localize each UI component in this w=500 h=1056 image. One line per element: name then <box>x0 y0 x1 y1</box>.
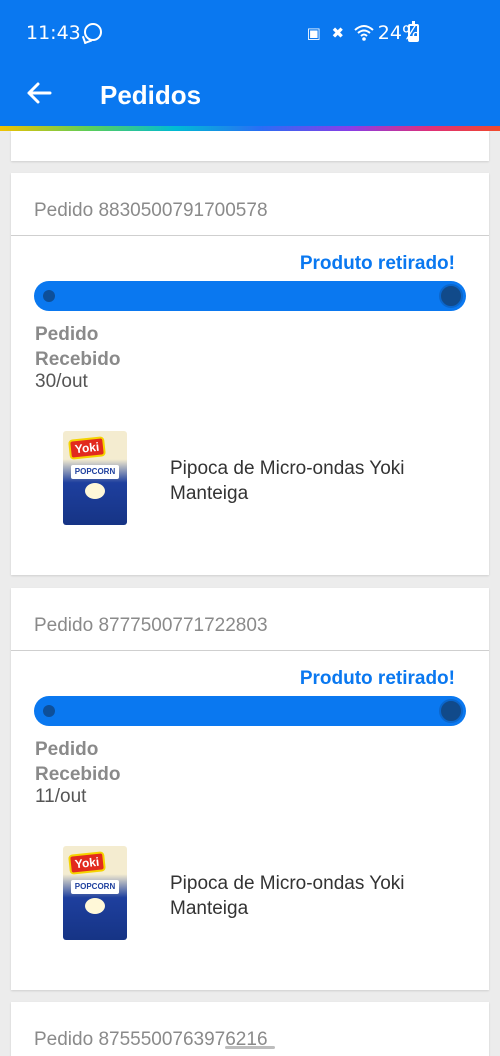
order-number: Pedido 8777500771722803 <box>11 588 489 651</box>
battery-icon <box>408 21 419 42</box>
mute-icon: ✖ <box>331 24 345 42</box>
progress-start-dot <box>43 290 55 302</box>
step-date: 30/out <box>35 371 88 392</box>
product-image: Yoki POPCORN <box>63 846 127 940</box>
status-bar: 11:43 ▣ ✖ 24% <box>0 0 500 66</box>
step-label: Pedido Recebido <box>35 324 121 370</box>
status-time: 11:43 <box>26 22 81 44</box>
order-card[interactable]: Pedido 8777500771722803 Produto retirado… <box>11 588 489 990</box>
popcorn-icon <box>85 483 105 499</box>
step-label: Pedido Recebido <box>35 739 121 785</box>
product-name[interactable]: Pipoca de Micro-ondas Yoki Manteiga <box>170 456 460 506</box>
app-bar: Pedidos <box>0 66 500 126</box>
progress-end-dot <box>439 284 463 308</box>
product-package-text: POPCORN <box>71 880 119 894</box>
product-brand-logo: Yoki <box>68 436 106 460</box>
product-brand-logo: Yoki <box>68 851 106 875</box>
product-name[interactable]: Pipoca de Micro-ondas Yoki Manteiga <box>170 871 460 921</box>
order-number: Pedido 8830500791700578 <box>11 173 489 236</box>
product-image: Yoki POPCORN <box>63 431 127 525</box>
order-progress-bar <box>34 281 466 311</box>
order-card-partial <box>11 131 489 161</box>
home-indicator[interactable] <box>225 1046 275 1049</box>
progress-end-dot <box>439 699 463 723</box>
product-package-text: POPCORN <box>71 465 119 479</box>
order-card[interactable]: Pedido 8830500791700578 Produto retirado… <box>11 173 489 575</box>
order-progress-bar <box>34 696 466 726</box>
arrow-left-icon[interactable] <box>24 78 54 108</box>
popcorn-icon <box>85 898 105 914</box>
page-title: Pedidos <box>100 80 202 110</box>
whatsapp-icon <box>84 23 102 41</box>
lock-icon: ▣ <box>306 24 321 42</box>
step-date: 11/out <box>35 786 87 807</box>
status-icons: ▣ ✖ 24% <box>306 22 420 44</box>
progress-start-dot <box>43 705 55 717</box>
order-status: Produto retirado! <box>299 668 455 689</box>
order-status: Produto retirado! <box>299 253 455 274</box>
wifi-icon <box>354 24 374 42</box>
